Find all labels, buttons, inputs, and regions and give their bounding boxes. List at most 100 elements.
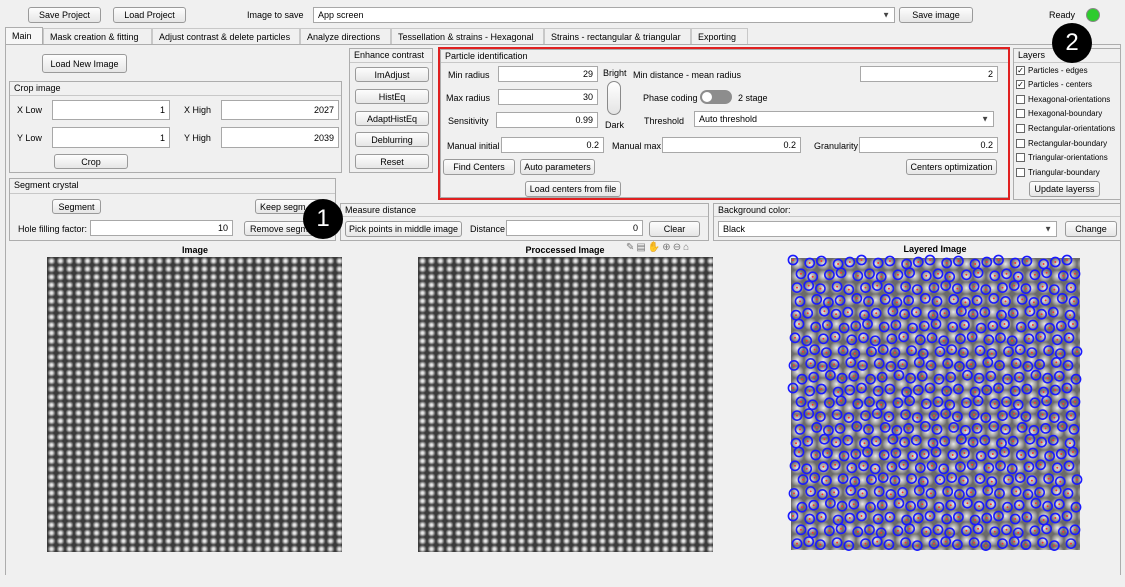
x-low-field[interactable]: 1 — [52, 100, 170, 120]
particle-center-mark — [841, 505, 844, 508]
layer-rectangular-orientations[interactable]: Rectangular-orientations — [1016, 124, 1115, 133]
checkbox-icon[interactable] — [1016, 95, 1025, 104]
checkbox-icon[interactable] — [1016, 139, 1025, 148]
particle-center-mark — [924, 425, 927, 428]
tab-adjust-contrast[interactable]: Adjust contrast & delete particles — [152, 28, 300, 44]
zoom-in-icon[interactable]: ⊕ — [662, 242, 670, 255]
particle-center-mark — [1074, 400, 1076, 403]
phase-coding-toggle[interactable] — [700, 90, 732, 104]
layer-particles-edges[interactable]: ✓ Particles - edges — [1016, 66, 1088, 75]
min-distance-field[interactable]: 2 — [860, 66, 998, 82]
particle-center-mark — [826, 452, 829, 454]
tab-tessellation[interactable]: Tessellation & strains - Hexagonal — [391, 28, 544, 44]
particle-center-mark — [799, 300, 801, 303]
clear-button[interactable]: Clear — [649, 221, 700, 237]
processed-image[interactable] — [418, 257, 713, 552]
save-project-button[interactable]: Save Project — [28, 7, 101, 23]
tab-exporting[interactable]: Exporting — [691, 28, 748, 44]
threshold-select[interactable]: Auto threshold ▼ — [694, 111, 994, 127]
particle-center-mark — [911, 455, 914, 457]
layer-triangular-boundary[interactable]: Triangular-boundary — [1016, 168, 1100, 177]
particle-center-mark — [946, 362, 949, 365]
particle-center-mark — [1062, 402, 1065, 405]
particle-center-mark — [1046, 377, 1049, 380]
particle-center-mark — [1013, 284, 1016, 287]
particle-center-mark — [948, 275, 951, 278]
crop-image-title: Crop image — [14, 83, 61, 93]
imadjust-button[interactable]: ImAdjust — [355, 67, 429, 82]
layer-triangular-orientations[interactable]: Triangular-orientations — [1016, 153, 1108, 162]
particle-center-mark — [1056, 466, 1059, 469]
particle-overlay — [787, 254, 1083, 551]
tab-main[interactable]: Main — [5, 27, 43, 44]
brush-icon[interactable]: ✎ — [626, 242, 634, 255]
change-color-button[interactable]: Change — [1065, 221, 1117, 237]
checkbox-icon[interactable] — [1016, 168, 1025, 177]
sensitivity-field[interactable]: 0.99 — [496, 112, 598, 128]
y-high-field[interactable]: 2039 — [221, 127, 339, 148]
update-layers-button[interactable]: Update layerss — [1029, 181, 1100, 197]
particle-center-mark — [929, 515, 931, 517]
layer-hexagonal-boundary[interactable]: Hexagonal-boundary — [1016, 109, 1102, 118]
min-radius-field[interactable]: 29 — [498, 66, 598, 82]
particle-center-mark — [929, 387, 931, 389]
tab-analyze-directions[interactable]: Analyze directions — [300, 28, 391, 44]
histeq-button[interactable]: HistEq — [355, 89, 429, 104]
particle-center-mark — [991, 453, 994, 455]
particle-center-mark — [829, 374, 832, 377]
bright-dark-switch[interactable] — [607, 81, 621, 115]
find-centers-button[interactable]: Find Centers — [443, 159, 515, 175]
particle-center-mark — [792, 387, 794, 389]
particle-center-mark — [907, 427, 910, 430]
checkbox-icon[interactable] — [1016, 124, 1025, 133]
particle-center-mark — [1058, 375, 1061, 378]
adapthisteq-button[interactable]: AdaptHistEq — [355, 111, 429, 126]
manual-max-field[interactable]: 0.2 — [662, 137, 801, 153]
particle-center-mark — [812, 504, 815, 507]
particle-center-mark — [853, 352, 856, 355]
particle-center-mark — [808, 390, 811, 392]
layer-hexagonal-orientations[interactable]: Hexagonal-orientations — [1016, 95, 1110, 104]
particle-center-mark — [943, 312, 946, 315]
data-tips-icon[interactable]: ▤ — [636, 242, 645, 255]
distance-field[interactable]: 0 — [506, 220, 643, 236]
particle-center-mark — [1075, 506, 1077, 509]
checkbox-icon[interactable] — [1016, 109, 1025, 118]
crop-button[interactable]: Crop — [54, 154, 128, 169]
load-centers-button[interactable]: Load centers from file — [525, 181, 621, 197]
segment-button[interactable]: Segment — [52, 199, 101, 214]
particle-center-mark — [938, 378, 940, 381]
granularity-field[interactable]: 0.2 — [859, 137, 998, 153]
image-to-save-select[interactable]: App screen ▼ — [313, 7, 895, 23]
deblurring-button[interactable]: Deblurring — [355, 132, 429, 147]
layer-particles-centers[interactable]: ✓ Particles - centers — [1016, 80, 1092, 89]
layer-rectangular-boundary[interactable]: Rectangular-boundary — [1016, 139, 1107, 148]
particle-center-mark — [896, 529, 899, 532]
auto-parameters-button[interactable]: Auto parameters — [520, 159, 595, 175]
checkbox-checked-icon[interactable]: ✓ — [1016, 66, 1025, 75]
hole-filling-field[interactable]: 10 — [90, 220, 233, 236]
centers-optimization-button[interactable]: Centers optimization — [906, 159, 997, 175]
particle-center-mark — [852, 375, 855, 378]
tab-mask-creation[interactable]: Mask creation & fitting — [43, 28, 152, 44]
load-project-button[interactable]: Load Project — [113, 7, 186, 23]
save-image-button[interactable]: Save image — [899, 7, 973, 23]
zoom-out-icon[interactable]: ⊖ — [673, 242, 681, 255]
reset-button[interactable]: Reset — [355, 154, 429, 169]
x-high-field[interactable]: 2027 — [221, 100, 339, 120]
particle-center-mark — [1073, 300, 1075, 303]
max-radius-field[interactable]: 30 — [498, 89, 598, 105]
checkbox-checked-icon[interactable]: ✓ — [1016, 80, 1025, 89]
home-icon[interactable]: ⌂ — [683, 242, 689, 255]
background-color-select[interactable]: Black ▼ — [718, 221, 1057, 237]
manual-initial-field[interactable]: 0.2 — [501, 137, 604, 153]
tab-strains-rect-tri[interactable]: Strains - rectangular & triangular — [544, 28, 691, 44]
pan-hand-icon[interactable]: ✋ — [648, 242, 660, 255]
y-low-field[interactable]: 1 — [52, 127, 170, 148]
particle-center-mark — [792, 515, 794, 517]
particle-center-mark — [1039, 463, 1042, 466]
particle-center-mark — [1027, 337, 1030, 340]
load-new-image-button[interactable]: Load New Image — [42, 54, 127, 73]
pick-points-button[interactable]: Pick points in middle image — [345, 221, 462, 237]
checkbox-icon[interactable] — [1016, 153, 1025, 162]
